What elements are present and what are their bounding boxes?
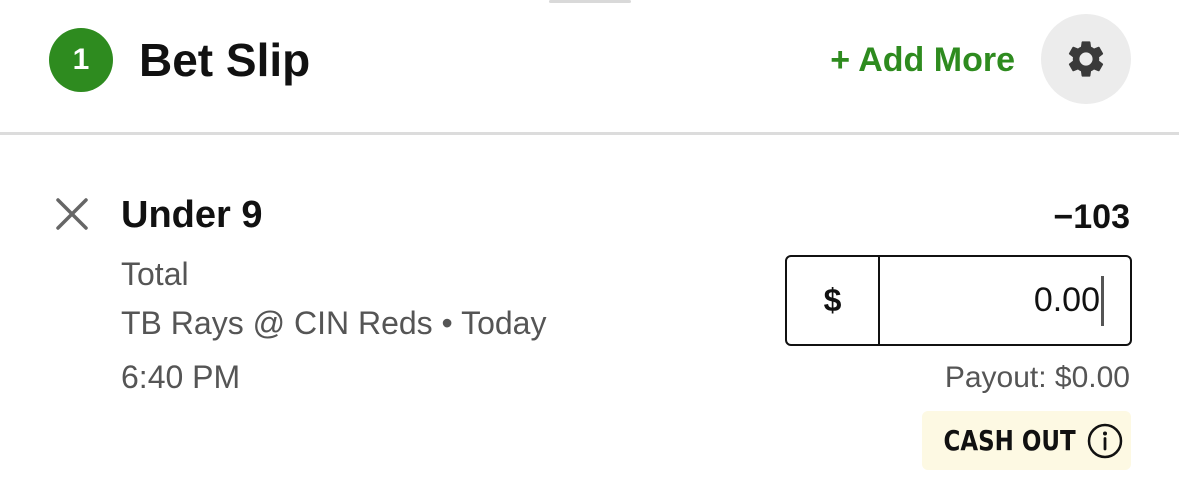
bet-count-badge: 1 (49, 28, 113, 92)
event-name: TB Rays @ CIN Reds • Today (121, 305, 547, 341)
cash-out-badge[interactable]: CASH OUT (922, 411, 1131, 470)
event-time: 6:40 PM (121, 359, 241, 395)
wager-field: $ 0.00 (785, 255, 1132, 346)
info-icon[interactable] (1086, 422, 1124, 460)
market-type: Total (121, 256, 189, 292)
gear-icon (1064, 37, 1108, 81)
remove-bet-button[interactable] (54, 196, 90, 232)
bet-slip-header: 1 Bet Slip + Add More (0, 0, 1179, 135)
add-more-button[interactable]: + Add More (830, 38, 1015, 82)
odds-value: −103 (1053, 198, 1130, 236)
close-icon (54, 196, 90, 237)
cash-out-label: CASH OUT (943, 424, 1076, 457)
currency-symbol: $ (787, 257, 880, 344)
text-caret (1101, 275, 1104, 326)
wager-value: 0.00 (1033, 281, 1100, 319)
bet-selection-row: Under 9 Total TB Rays @ CIN Reds • Today… (0, 138, 1179, 501)
wager-input[interactable]: 0.00 (880, 257, 1130, 344)
payout-text: Payout: $0.00 (944, 361, 1130, 394)
selection-name: Under 9 (121, 194, 263, 236)
settings-button[interactable] (1041, 14, 1131, 104)
page-title: Bet Slip (139, 34, 311, 86)
